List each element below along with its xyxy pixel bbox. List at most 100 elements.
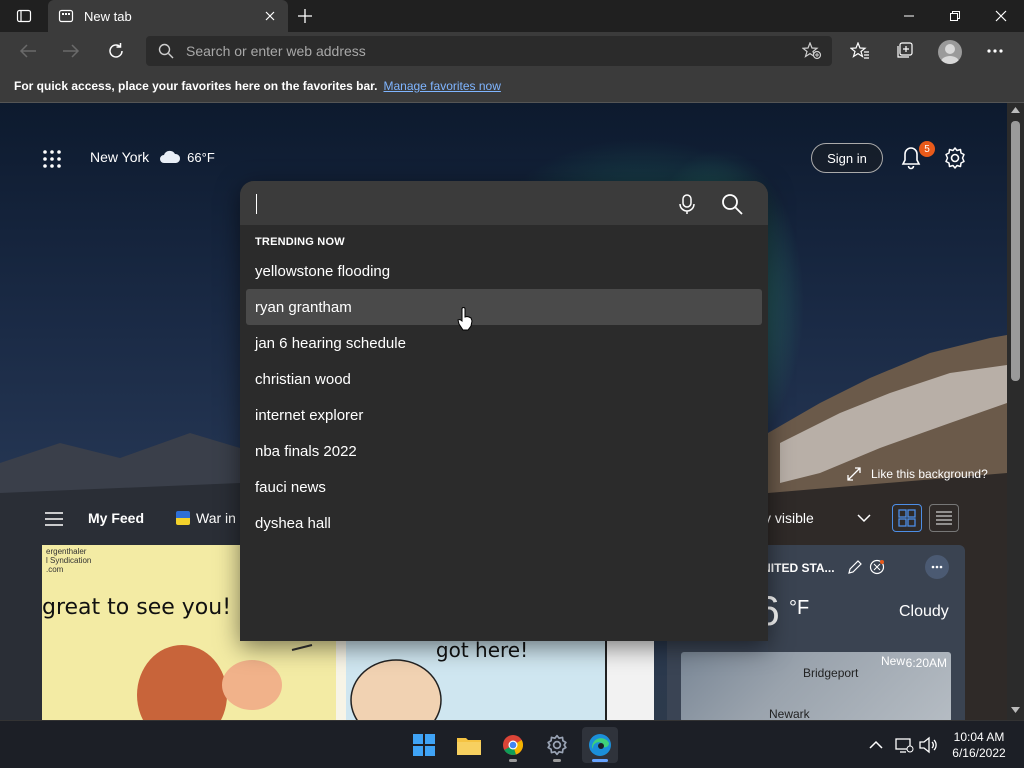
like-background-button[interactable]: Like this background? [847, 467, 988, 481]
gear-icon[interactable] [942, 145, 968, 171]
like-background-label: Like this background? [871, 467, 988, 481]
tab-actions-button[interactable] [8, 4, 40, 28]
new-tab-page: New York 66°F Sign in 5 Like this backgr… [0, 103, 1007, 720]
manage-favorites-link[interactable]: Manage favorites now [383, 79, 500, 93]
windows-logo-icon [413, 734, 435, 756]
folder-icon [457, 738, 481, 755]
tab-actions-icon [16, 9, 32, 23]
file-explorer-button[interactable] [451, 727, 487, 763]
comic-credit-line: .com [46, 565, 64, 574]
weather-more-button[interactable] [925, 555, 949, 579]
volume-icon[interactable] [918, 735, 938, 755]
scroll-up-icon[interactable] [1011, 107, 1020, 113]
favorites-bar: For quick access, place your favorites h… [0, 70, 1024, 103]
clock-date: 6/16/2022 [952, 746, 1006, 760]
restore-button[interactable] [932, 0, 978, 32]
suggestion-item[interactable]: nba finals 2022 [246, 433, 762, 469]
network-icon[interactable] [894, 735, 914, 755]
comic-credit: ergenthaler l Syndication .com [46, 547, 91, 574]
location-pin-icon[interactable] [869, 559, 885, 575]
comic-credit-line: ergenthaler [46, 547, 87, 556]
edge-icon [589, 734, 611, 756]
suggestion-item[interactable]: jan 6 hearing schedule [246, 325, 762, 361]
suggestion-item[interactable]: dyshea hall [246, 505, 762, 541]
close-window-button[interactable] [978, 0, 1024, 32]
new-tab-favicon-icon [58, 9, 74, 23]
weather-location: New York [90, 149, 150, 165]
plus-icon [298, 9, 312, 23]
arrow-right-icon [63, 44, 80, 58]
sign-in-button[interactable]: Sign in [811, 143, 883, 173]
refresh-button[interactable] [100, 35, 132, 67]
tab-close-button[interactable] [262, 8, 278, 24]
minimize-button[interactable] [886, 0, 932, 32]
gear-icon [547, 734, 567, 756]
search-icon[interactable] [720, 192, 744, 216]
grid-layout-button[interactable] [892, 504, 922, 532]
comic-credit-line: l Syndication [46, 556, 92, 565]
add-favorite-icon[interactable] [802, 42, 822, 60]
running-indicator [509, 759, 517, 762]
user-icon [941, 44, 959, 64]
settings-and-more-button[interactable] [979, 35, 1011, 67]
suggestion-item[interactable]: fauci news [246, 469, 762, 505]
profile-avatar[interactable] [938, 40, 962, 64]
expand-icon [847, 467, 861, 481]
new-tab-button[interactable] [292, 4, 318, 28]
map-label: Newark [769, 707, 810, 720]
scroll-down-icon[interactable] [1011, 707, 1020, 713]
app-launcher-icon[interactable] [40, 147, 64, 171]
suggestion-item[interactable]: internet explorer [246, 397, 762, 433]
favorites-star-icon [850, 42, 869, 59]
address-input[interactable] [186, 43, 766, 59]
edge-button[interactable] [582, 727, 618, 763]
address-bar[interactable] [146, 36, 832, 66]
weather-temperature: 66°F [187, 149, 215, 165]
close-icon [265, 11, 275, 21]
collections-button[interactable] [888, 35, 920, 67]
favorites-bar-message: For quick access, place your favorites h… [14, 79, 378, 93]
forward-button[interactable] [55, 35, 87, 67]
tab-title: New tab [84, 8, 132, 24]
suggestion-item[interactable]: yellowstone flooding [246, 253, 762, 289]
more-horizontal-icon [931, 565, 943, 569]
grid-icon [898, 509, 916, 527]
favorites-button[interactable] [844, 35, 876, 67]
close-icon [995, 10, 1007, 22]
weather-chip[interactable]: New York 66°F [90, 147, 215, 167]
text-caret [256, 194, 257, 214]
cloud-icon [160, 150, 181, 163]
chevron-up-icon[interactable] [866, 735, 886, 755]
list-icon [936, 511, 952, 525]
back-button[interactable] [12, 35, 44, 67]
ukraine-flag-icon [176, 511, 190, 525]
minimize-icon [904, 15, 914, 17]
trending-now-label: TRENDING NOW [255, 236, 345, 248]
content-visibility-dropdown[interactable]: y visible [764, 510, 814, 526]
suggestion-item[interactable]: ryan grantham [246, 289, 762, 325]
chrome-button[interactable] [495, 727, 531, 763]
my-feed-tab[interactable]: My Feed [88, 510, 144, 526]
scrollbar-thumb[interactable] [1011, 121, 1020, 381]
war-in-ukraine-tab[interactable]: War in [176, 510, 236, 526]
microphone-icon[interactable] [676, 193, 698, 215]
search-dropdown: TRENDING NOW yellowstone flooding ryan g… [240, 181, 768, 641]
weather-radar-map[interactable]: New 6:20AM Bridgeport Newark [681, 652, 951, 720]
settings-app-button[interactable] [539, 727, 575, 763]
chevron-down-icon[interactable] [856, 510, 872, 526]
chrome-icon [503, 735, 524, 755]
pencil-icon[interactable] [847, 559, 863, 575]
page-scrollbar[interactable] [1007, 103, 1024, 720]
restore-icon [950, 11, 960, 21]
search-icon [158, 43, 174, 59]
suggestion-item[interactable]: christian wood [246, 361, 762, 397]
mouse-pointer-icon [457, 307, 473, 331]
start-button[interactable] [406, 727, 442, 763]
tab-new-tab[interactable]: New tab [48, 0, 288, 32]
list-layout-button[interactable] [929, 504, 959, 532]
active-indicator [592, 759, 608, 762]
menu-icon[interactable] [44, 511, 64, 527]
map-time: 6:20AM [905, 656, 947, 670]
web-search-box[interactable] [240, 181, 768, 225]
system-clock[interactable]: 10:04 AM 6/16/2022 [944, 729, 1014, 761]
